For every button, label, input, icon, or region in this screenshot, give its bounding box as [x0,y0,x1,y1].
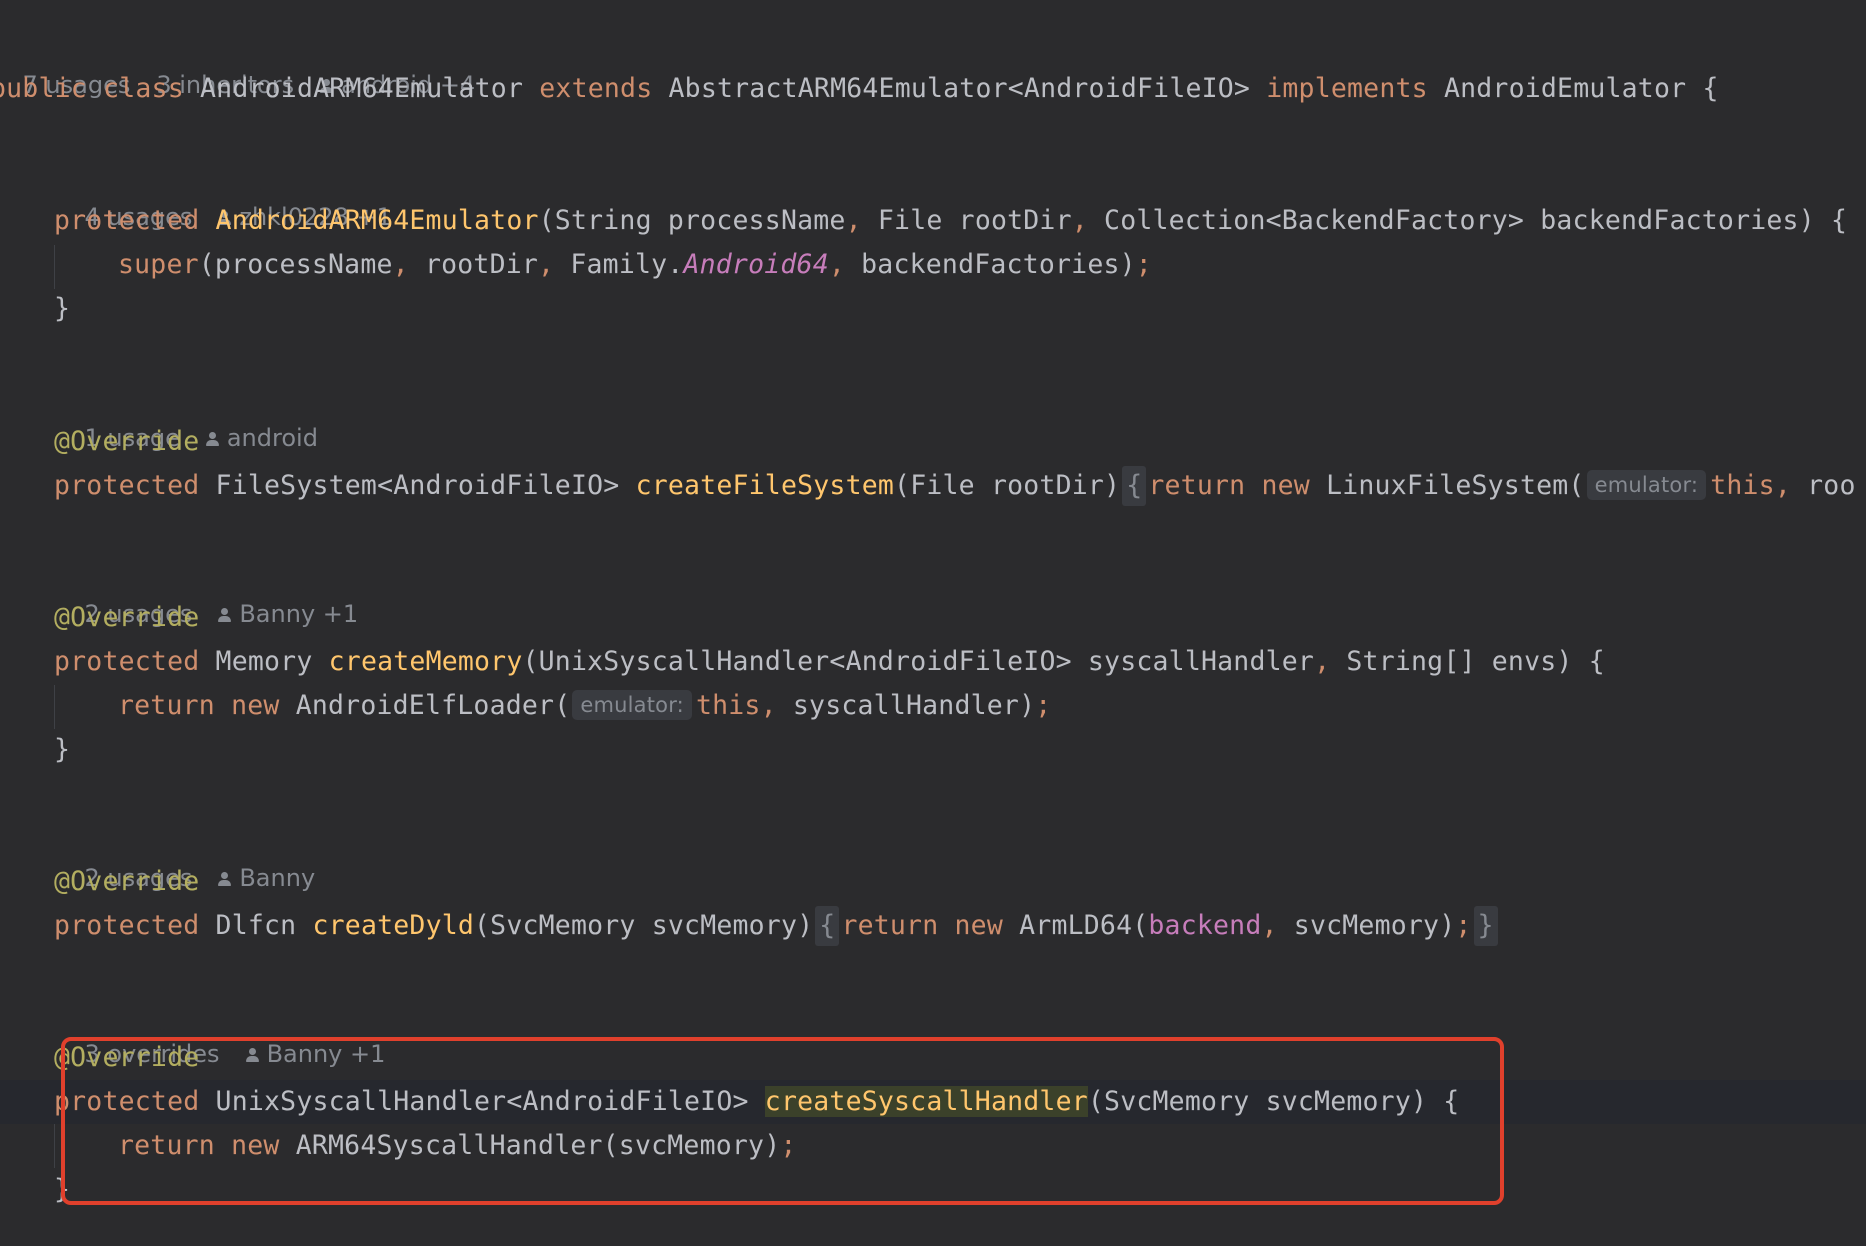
semicolon: ; [1455,910,1472,941]
protected-keyword: protected [54,910,200,941]
return-type: Memory [215,646,313,677]
indent-guide [54,1124,55,1168]
protected-keyword: protected [54,205,200,236]
code-editor[interactable]: 7 usages3 inheritorsandroid +4 public cl… [0,0,1866,1246]
class-keyword: class [103,73,184,104]
constructor-call: AndroidElfLoader( [295,690,571,721]
method-params: (File rootDir) [894,470,1121,501]
this-keyword: this [695,690,761,721]
createfilesystem-declaration-line[interactable]: protected FileSystem<AndroidFileIO> crea… [54,464,1856,508]
return-type: FileSystem<AndroidFileIO> [215,470,620,501]
comma: , [1774,470,1791,501]
public-keyword: public [0,73,87,104]
constructor-call: LinuxFileSystem( [1326,470,1585,501]
comma: , [828,249,845,280]
constructor-declaration-line[interactable]: protected AndroidARM64Emulator(String pr… [54,199,1847,243]
override-annotation: @Override [54,866,200,897]
constructor-param-2: File rootDir [861,205,1072,236]
protected-keyword: protected [54,646,200,677]
person-icon [218,608,232,623]
super-keyword: super [118,249,199,280]
constructor-param-3: Collection<BackendFactory> backendFactor… [1087,205,1848,236]
protected-keyword: protected [54,470,200,501]
createsyscallhandler-inlay-meta: 3 overrides Banny +1 [54,994,386,1068]
super-arg-3: Family. [554,249,684,280]
close-brace: } [54,734,71,765]
method-params-2: String[] envs) { [1330,646,1605,677]
folded-region-open[interactable]: { [815,906,840,946]
createfilesystem-annotation-line[interactable]: @Override [54,420,199,464]
comma: , [760,690,777,721]
new-keyword: new [1261,470,1310,501]
this-keyword: this [1710,470,1775,501]
person-icon [218,872,232,887]
creatememory-authors-link[interactable]: Banny +1 [239,600,358,628]
interface-name[interactable]: AndroidEmulator [1444,73,1686,104]
new-keyword: new [954,910,1003,941]
createdyld-annotation-line[interactable]: @Override [54,860,199,904]
super-arg-1: (processName [198,249,393,280]
createdyld-declaration-line[interactable]: protected Dlfcn createDyld(SvcMemory svc… [54,904,1498,948]
constructor-call: ArmLD64( [1019,910,1149,941]
truncated-args: roo [1790,470,1856,501]
constructor-name[interactable]: AndroidARM64Emulator [216,205,539,236]
creatememory-inlay-meta: 2 usages Banny +1 [54,554,359,628]
createfilesystem-inlay-meta: 1 usage android [54,378,318,452]
return-keyword: return [841,910,939,941]
method-params-1: (UnixSyscallHandler<AndroidFileIO> sysca… [522,646,1315,677]
folded-region-open[interactable]: { [1122,466,1147,506]
class-declaration-line[interactable]: public class AndroidARM64Emulator extend… [0,67,1719,111]
parameter-hint: emulator: [1586,470,1707,500]
createdyld-method-name[interactable]: createDyld [312,910,474,941]
comma: , [538,249,555,280]
override-annotation: @Override [54,602,200,633]
backend-field[interactable]: backend [1148,910,1261,941]
createdyld-inlay-meta: 2 usages Banny [54,818,316,892]
extends-keyword: extends [539,73,653,104]
super-arg-4: backendFactories) [845,249,1136,280]
creatememory-annotation-line[interactable]: @Override [54,596,199,640]
return-type: Dlfcn [215,910,297,941]
creatememory-declaration-line[interactable]: protected Memory createMemory(UnixSyscal… [54,640,1605,684]
class-open-brace: { [1702,73,1719,104]
new-keyword: new [231,690,280,721]
comma: , [392,249,409,280]
comma: , [1261,910,1278,941]
family-android64-field[interactable]: Android64 [683,249,828,280]
createdyld-authors-link[interactable]: Banny [239,864,315,892]
implements-keyword: implements [1266,73,1428,104]
return-keyword: return [118,690,215,721]
return-keyword: return [1148,470,1246,501]
super-arg-2: rootDir [408,249,539,280]
creatememory-method-name[interactable]: createMemory [329,646,523,677]
constructor-super-line[interactable]: super(processName, rootDir, Family.Andro… [118,243,1152,287]
parameter-hint: emulator: [572,690,692,720]
comma: , [1314,646,1331,677]
comma: , [845,205,862,236]
creatememory-close-line[interactable]: } [54,728,70,772]
folded-region-close[interactable]: } [1473,906,1498,946]
class-inlay-meta: 7 usages 3 inheritors android +4 [0,25,476,99]
close-brace: } [54,293,71,324]
super-type[interactable]: AbstractARM64Emulator<AndroidFileIO> [669,73,1251,104]
call-args: syscallHandler) [776,690,1036,721]
constructor-close-line[interactable]: } [54,287,70,331]
comma: , [1071,205,1088,236]
semicolon: ; [1135,249,1152,280]
class-name[interactable]: AndroidARM64Emulator [200,73,523,104]
highlight-annotation-box [61,1037,1504,1205]
creatememory-return-line[interactable]: return new AndroidElfLoader(emulator: thi… [118,684,1051,728]
call-args: svcMemory) [1277,910,1456,941]
createfilesystem-method-name[interactable]: createFileSystem [636,470,894,501]
constructor-param-1: (String processName [538,205,846,236]
method-params: (SvcMemory svcMemory) [474,910,814,941]
semicolon: ; [1035,690,1052,721]
constructor-inlay-meta: 4 usages zhkl0228 +1 [54,157,392,231]
override-annotation: @Override [54,426,200,457]
indent-guide [54,685,55,729]
person-icon [205,432,219,447]
createfilesystem-authors-link[interactable]: android [227,424,318,452]
